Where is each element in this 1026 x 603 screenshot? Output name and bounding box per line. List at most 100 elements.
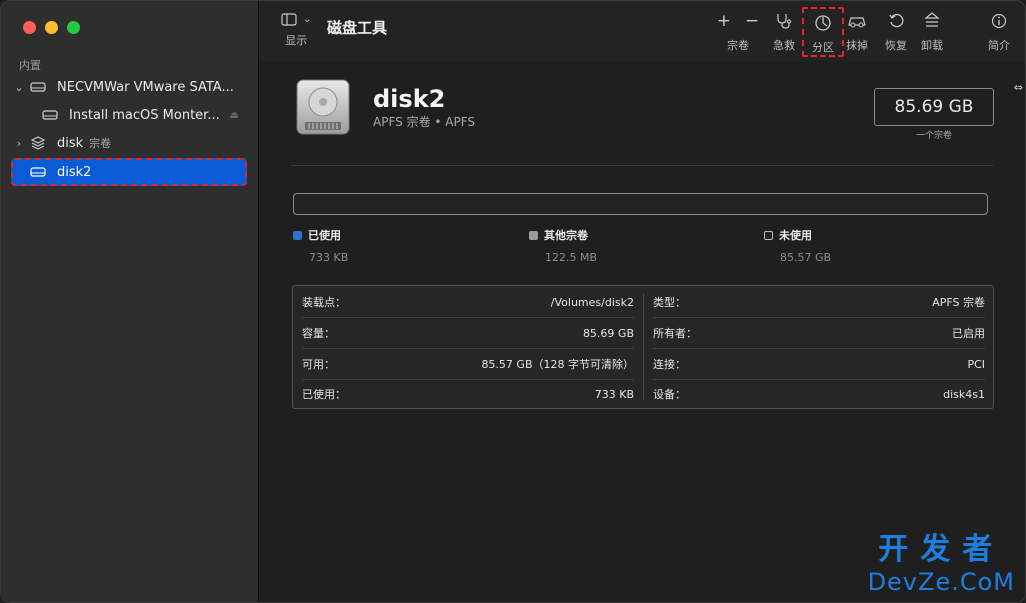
disk-name: disk2	[373, 85, 446, 113]
divider	[291, 165, 993, 166]
capacity-label: 一个宗卷	[915, 131, 952, 141]
info-value: /Volumes/disk2	[550, 295, 634, 309]
legend-label: 其他宗卷	[544, 229, 588, 242]
layers-icon	[27, 136, 49, 150]
sidebar-item-install-macos[interactable]: Install macOS Monter... ⏏	[11, 102, 247, 128]
info-table: 装载点： /Volumes/disk2 容量： 85.69 GB 可用： 85.…	[292, 285, 994, 409]
restore-label: 恢复	[885, 39, 907, 52]
info-label: 简介	[988, 39, 1010, 52]
info-button[interactable]: 简介	[979, 11, 1019, 53]
info-column-right: 类型： APFS 宗卷 所有者： 已启用 连接： PCI 设备： disk4s1	[644, 286, 994, 408]
info-row-owners: 所有者： 已启用	[653, 318, 985, 349]
sidebar-item-label: Install macOS Monter...	[69, 107, 220, 123]
disk-subtitle: APFS 宗卷 • APFS	[373, 115, 476, 129]
close-button[interactable]	[23, 21, 36, 34]
minus-icon[interactable]: −	[745, 11, 759, 31]
info-row-type: 类型： APFS 宗卷	[653, 287, 985, 318]
info-label: 可用：	[302, 358, 335, 371]
stethoscope-icon	[777, 14, 792, 29]
unmount-button[interactable]: 卸载	[912, 11, 952, 53]
unmount-icon	[924, 12, 940, 27]
resize-cursor-icon: ⇔	[1013, 81, 1023, 94]
info-value: 733 KB	[594, 387, 634, 401]
legend-swatch-other	[529, 230, 538, 240]
chevron-down-icon: ⌄	[303, 14, 312, 25]
info-column-left: 装载点： /Volumes/disk2 容量： 85.69 GB 可用： 85.…	[293, 286, 643, 408]
volume-button[interactable]: + − 宗卷	[715, 11, 761, 53]
watermark-bottom: DevZe.CoM	[867, 568, 1015, 596]
info-row-capacity: 容量： 85.69 GB	[302, 318, 634, 349]
chevron-right-icon[interactable]: ›	[11, 137, 27, 150]
info-icon	[991, 13, 1007, 29]
info-value: 85.69 GB	[582, 326, 634, 340]
info-value: PCI	[967, 357, 985, 371]
app-title: 磁盘工具	[327, 19, 388, 37]
eject-icon[interactable]: ⏏	[230, 110, 239, 121]
sidebar-item-label: disk	[57, 135, 84, 151]
disk-utility-window: 内置 ⌄ NECVMWar VMware SATA... Install mac…	[0, 0, 1026, 603]
display-label: 显示	[285, 34, 308, 47]
erase-button[interactable]: 抹掉	[837, 11, 877, 53]
legend-label: 已使用	[308, 229, 341, 242]
legend-value: 733 KB	[309, 251, 349, 264]
sidebar-toggle-icon	[281, 13, 297, 26]
info-label: 类型：	[653, 296, 686, 309]
info-value: 已启用	[952, 327, 985, 340]
info-value: APFS 宗卷	[932, 296, 985, 309]
window-controls	[23, 21, 80, 34]
pie-partition-icon	[815, 15, 831, 31]
hard-drive-icon	[39, 108, 61, 122]
restore-button[interactable]: 恢复	[876, 11, 916, 53]
minimize-button[interactable]	[45, 21, 58, 34]
info-row-mount-point: 装载点： /Volumes/disk2	[302, 287, 634, 318]
info-row-connection: 连接： PCI	[653, 349, 985, 380]
hard-drive-icon	[27, 165, 49, 179]
erase-label: 抹掉	[846, 39, 868, 52]
restore-arrow-icon	[889, 13, 904, 28]
unmount-label: 卸载	[921, 39, 943, 52]
first-aid-button[interactable]: 急救	[764, 11, 804, 53]
zoom-button[interactable]	[67, 21, 80, 34]
legend-other-volumes: 其他宗卷 122.5 MB	[529, 227, 597, 264]
sidebar-item-disk2[interactable]: disk2	[11, 158, 247, 186]
usage-bar	[293, 193, 988, 215]
legend-swatch-used	[293, 230, 302, 240]
legend-value: 85.57 GB	[780, 251, 832, 264]
sidebar-item-label: disk2	[57, 164, 92, 180]
sidebar: 内置 ⌄ NECVMWar VMware SATA... Install mac…	[1, 1, 259, 602]
first-aid-label: 急救	[773, 39, 795, 52]
sidebar-item-sublabel: 宗卷	[89, 137, 112, 150]
legend-swatch-free	[764, 230, 773, 240]
info-label: 容量：	[302, 327, 335, 340]
info-label: 装载点：	[302, 296, 346, 309]
legend-label: 未使用	[779, 229, 812, 242]
info-label: 所有者：	[653, 327, 697, 340]
info-label: 已使用：	[302, 388, 346, 401]
volume-label: 宗卷	[727, 39, 749, 52]
info-value: disk4s1	[943, 387, 985, 401]
plus-icon[interactable]: +	[717, 11, 731, 31]
legend-used: 已使用 733 KB	[293, 227, 348, 264]
chevron-down-icon[interactable]: ⌄	[11, 81, 27, 94]
info-label: 连接：	[653, 358, 686, 371]
capacity-box: 85.69 GB	[874, 88, 994, 126]
legend-value: 122.5 MB	[545, 251, 598, 264]
legend-free: 未使用 85.57 GB	[764, 227, 831, 264]
info-label: 设备：	[653, 388, 686, 401]
sidebar-item-disk-container[interactable]: › disk 宗卷	[11, 130, 247, 156]
hard-drive-icon	[27, 80, 49, 94]
sidebar-item-label: NECVMWar VMware SATA...	[57, 79, 234, 95]
watermark-top: 开发者	[878, 532, 1005, 567]
main-panel: disk2 APFS 宗卷 • APFS 85.69 GB 一个宗卷 已使用 7…	[259, 61, 1025, 602]
watermark: 开发者 DevZe.CoM	[868, 524, 1015, 596]
info-row-used: 已使用： 733 KB	[302, 379, 634, 409]
info-row-device: 设备： disk4s1	[653, 379, 985, 409]
sidebar-item-physical-disk[interactable]: ⌄ NECVMWar VMware SATA...	[11, 74, 247, 100]
disk-drive-icon	[295, 78, 351, 136]
info-value: 85.57 GB（128 字节可清除）	[481, 358, 634, 371]
toolbar: ⌄ 显示 磁盘工具 + − 宗卷 急救 分区 抹掉 恢复 卸载 简介	[259, 1, 1025, 61]
sidebar-section-internal: 内置	[19, 59, 41, 72]
eraser-icon	[848, 17, 866, 28]
display-menu-button[interactable]: ⌄ 显示	[281, 13, 311, 48]
info-row-available: 可用： 85.57 GB（128 字节可清除）	[302, 349, 634, 380]
